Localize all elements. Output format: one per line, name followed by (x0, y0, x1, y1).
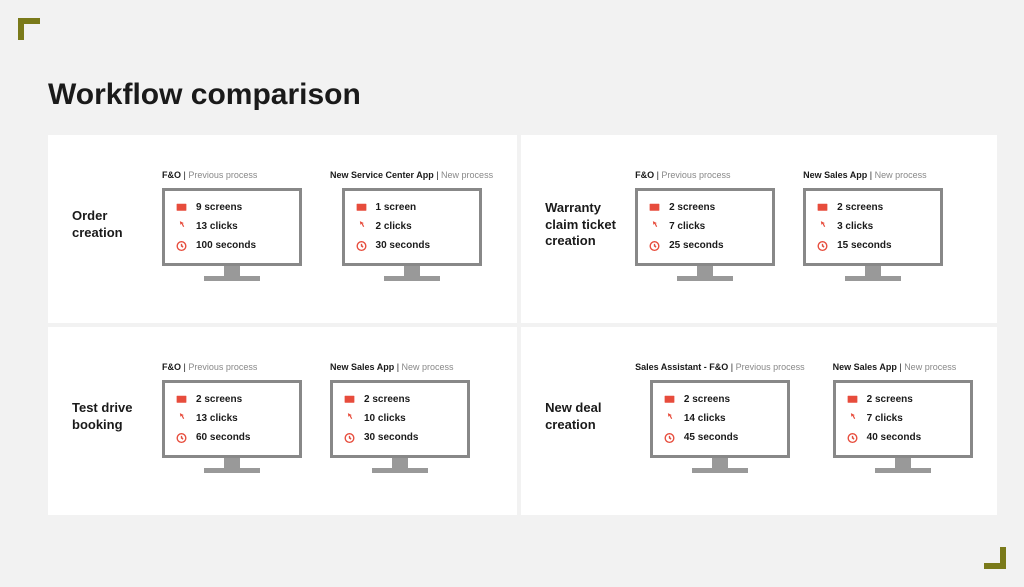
monitor-label: F&O | Previous process (162, 362, 257, 372)
metric-time: 40 seconds (846, 431, 970, 444)
monitor-screen: 2 screens 7 clicks 25 seconds (635, 188, 775, 266)
clicks-icon (816, 220, 829, 233)
clicks-icon (846, 412, 859, 425)
metric-screens: 9 screens (175, 201, 299, 214)
time-icon (175, 431, 188, 444)
workflow-panel: New deal creation Sales Assistant - F&O … (521, 327, 997, 515)
workflow-panel: Warranty claim ticket creation F&O | Pre… (521, 135, 997, 323)
clicks-icon (355, 220, 368, 233)
workflow-panel: Test drive booking F&O | Previous proces… (48, 327, 517, 515)
metric-clicks: 3 clicks (816, 220, 940, 233)
monitor-label: New Sales App | New process (833, 362, 957, 372)
metric-clicks: 2 clicks (355, 220, 479, 233)
workflow-name: New deal creation (545, 400, 623, 434)
workflow-name: Warranty claim ticket creation (545, 200, 623, 251)
metric-clicks: 7 clicks (648, 220, 772, 233)
time-icon (816, 239, 829, 252)
metric-screens: 2 screens (816, 201, 940, 214)
metric-clicks: 13 clicks (175, 220, 299, 233)
monitor-label: New Sales App | New process (330, 362, 454, 372)
metric-time: 45 seconds (663, 431, 787, 444)
monitor-old: Sales Assistant - F&O | Previous process… (635, 362, 805, 473)
monitor-label: Sales Assistant - F&O | Previous process (635, 362, 805, 372)
clicks-icon (663, 412, 676, 425)
metric-time: 30 seconds (343, 431, 467, 444)
workflow-name: Test drive booking (72, 400, 150, 434)
time-icon (343, 431, 356, 444)
screens-icon (648, 201, 661, 214)
workflow-panel: Order creation F&O | Previous process 9 … (48, 135, 517, 323)
metric-time: 100 seconds (175, 239, 299, 252)
monitor-label: F&O | Previous process (635, 170, 730, 180)
decor-corner-br (984, 547, 1006, 569)
metric-screens: 1 screen (355, 201, 479, 214)
monitor-screen: 2 screens 7 clicks 40 seconds (833, 380, 973, 458)
metric-clicks: 10 clicks (343, 412, 467, 425)
monitor-screen: 2 screens 13 clicks 60 seconds (162, 380, 302, 458)
monitor-new: New Sales App | New process 2 screens 7 … (833, 362, 973, 473)
metric-clicks: 7 clicks (846, 412, 970, 425)
workflow-grid: Order creation F&O | Previous process 9 … (48, 135, 976, 515)
monitor-old: F&O | Previous process 2 screens 13 clic… (162, 362, 302, 473)
monitor-new: New Sales App | New process 2 screens 10… (330, 362, 470, 473)
screens-icon (816, 201, 829, 214)
monitor-old: F&O | Previous process 2 screens 7 click… (635, 170, 775, 281)
screens-icon (663, 393, 676, 406)
decor-corner-tl (18, 18, 40, 40)
time-icon (175, 239, 188, 252)
screens-icon (175, 393, 188, 406)
screens-icon (846, 393, 859, 406)
clicks-icon (175, 412, 188, 425)
time-icon (663, 431, 676, 444)
clicks-icon (175, 220, 188, 233)
monitor-screen: 2 screens 14 clicks 45 seconds (650, 380, 790, 458)
metric-screens: 2 screens (343, 393, 467, 406)
metric-screens: 2 screens (648, 201, 772, 214)
screens-icon (175, 201, 188, 214)
metric-time: 60 seconds (175, 431, 299, 444)
time-icon (355, 239, 368, 252)
metric-clicks: 14 clicks (663, 412, 787, 425)
monitor-new: New Service Center App | New process 1 s… (330, 170, 493, 281)
time-icon (846, 431, 859, 444)
monitor-new: New Sales App | New process 2 screens 3 … (803, 170, 943, 281)
screens-icon (355, 201, 368, 214)
metric-time: 30 seconds (355, 239, 479, 252)
screens-icon (343, 393, 356, 406)
metric-screens: 2 screens (846, 393, 970, 406)
metric-screens: 2 screens (175, 393, 299, 406)
monitor-old: F&O | Previous process 9 screens 13 clic… (162, 170, 302, 281)
monitor-label: F&O | Previous process (162, 170, 257, 180)
metric-clicks: 13 clicks (175, 412, 299, 425)
metric-time: 25 seconds (648, 239, 772, 252)
time-icon (648, 239, 661, 252)
monitor-screen: 9 screens 13 clicks 100 seconds (162, 188, 302, 266)
monitor-screen: 2 screens 10 clicks 30 seconds (330, 380, 470, 458)
monitor-label: New Service Center App | New process (330, 170, 493, 180)
metric-time: 15 seconds (816, 239, 940, 252)
clicks-icon (343, 412, 356, 425)
workflow-name: Order creation (72, 208, 150, 242)
clicks-icon (648, 220, 661, 233)
monitor-screen: 1 screen 2 clicks 30 seconds (342, 188, 482, 266)
monitor-label: New Sales App | New process (803, 170, 927, 180)
page-title: Workflow comparison (48, 78, 361, 112)
monitor-screen: 2 screens 3 clicks 15 seconds (803, 188, 943, 266)
metric-screens: 2 screens (663, 393, 787, 406)
